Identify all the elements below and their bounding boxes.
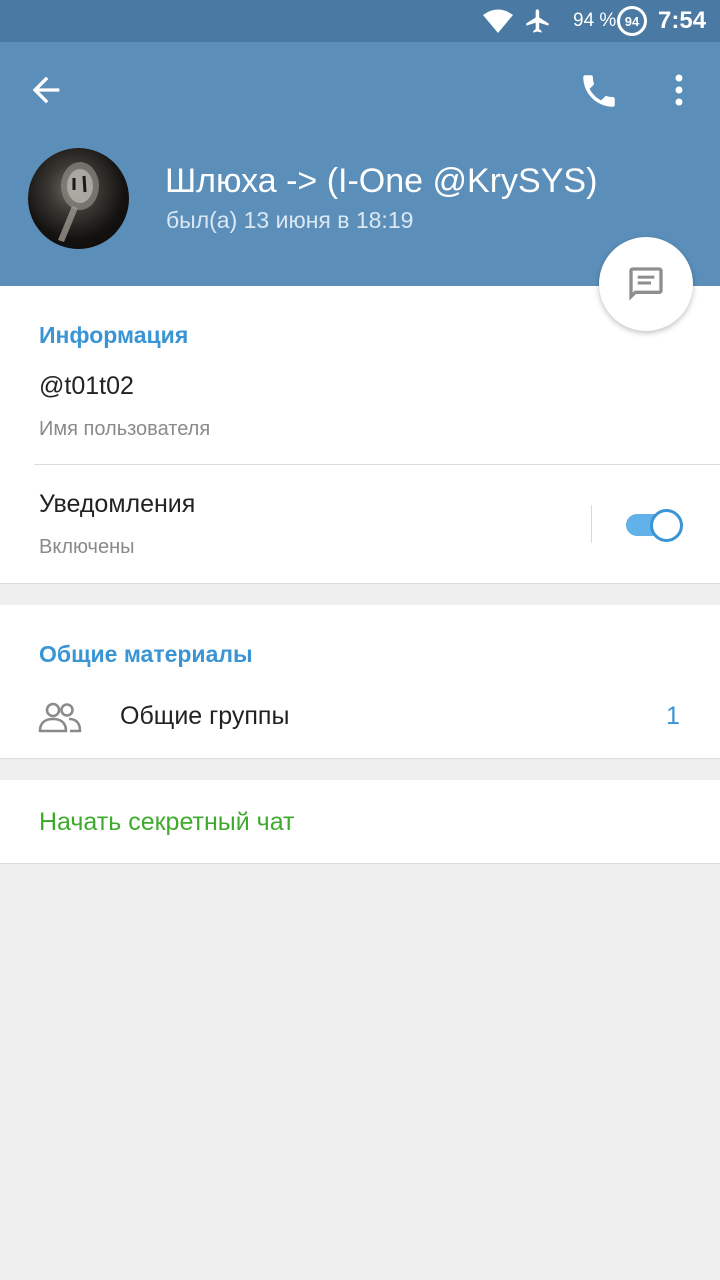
notifications-toggle[interactable] bbox=[625, 508, 683, 542]
shared-groups-label: Общие группы bbox=[120, 702, 290, 730]
vertical-divider bbox=[591, 505, 592, 543]
shared-groups-row[interactable]: Общие группы 1 bbox=[0, 690, 720, 746]
profile-name: Шлюха -> (I-One @KrySYS) bbox=[165, 162, 598, 200]
secret-chat-section: Начать секретный чат bbox=[0, 780, 720, 864]
battery-percent: 94 % bbox=[573, 10, 617, 31]
notifications-state: Включены bbox=[39, 536, 135, 558]
send-message-button[interactable] bbox=[599, 237, 693, 331]
shared-section: Общие материалы Общие группы 1 bbox=[0, 605, 720, 759]
toggle-knob bbox=[650, 509, 683, 542]
avatar-image bbox=[58, 162, 99, 242]
airplane-icon bbox=[524, 7, 552, 40]
shared-section-title: Общие материалы bbox=[39, 641, 253, 667]
status-bar: 94 % 94 7:54 bbox=[0, 0, 720, 42]
username-value: @t01t02 bbox=[39, 372, 134, 400]
start-secret-chat-button[interactable]: Начать секретный чат bbox=[39, 808, 295, 837]
divider bbox=[34, 464, 720, 465]
last-seen: был(а) 13 июня в 18:19 bbox=[166, 207, 414, 233]
username-row[interactable]: @t01t02 Имя пользователя bbox=[0, 356, 720, 462]
avatar[interactable] bbox=[28, 148, 129, 249]
groups-icon bbox=[38, 700, 82, 741]
more-options-button[interactable] bbox=[664, 70, 694, 110]
profile-header: Шлюха -> (I-One @KrySYS) был(а) 13 июня … bbox=[0, 42, 720, 286]
username-label: Имя пользователя bbox=[39, 418, 211, 440]
shared-groups-count: 1 bbox=[666, 702, 680, 730]
clock: 7:54 bbox=[658, 7, 707, 34]
info-section-title: Информация bbox=[39, 322, 189, 348]
back-button[interactable] bbox=[26, 70, 66, 110]
battery-icon: 94 bbox=[617, 6, 647, 36]
info-section: Информация @t01t02 Имя пользователя Увед… bbox=[0, 286, 720, 584]
message-icon bbox=[629, 267, 663, 301]
notifications-row[interactable]: Уведомления Включены bbox=[0, 466, 590, 576]
notifications-label: Уведомления bbox=[39, 490, 196, 518]
call-button[interactable] bbox=[578, 70, 620, 112]
wifi-icon bbox=[482, 8, 514, 39]
back-arrow-icon bbox=[32, 76, 60, 104]
more-vert-icon bbox=[675, 74, 683, 106]
phone-icon bbox=[583, 75, 615, 107]
